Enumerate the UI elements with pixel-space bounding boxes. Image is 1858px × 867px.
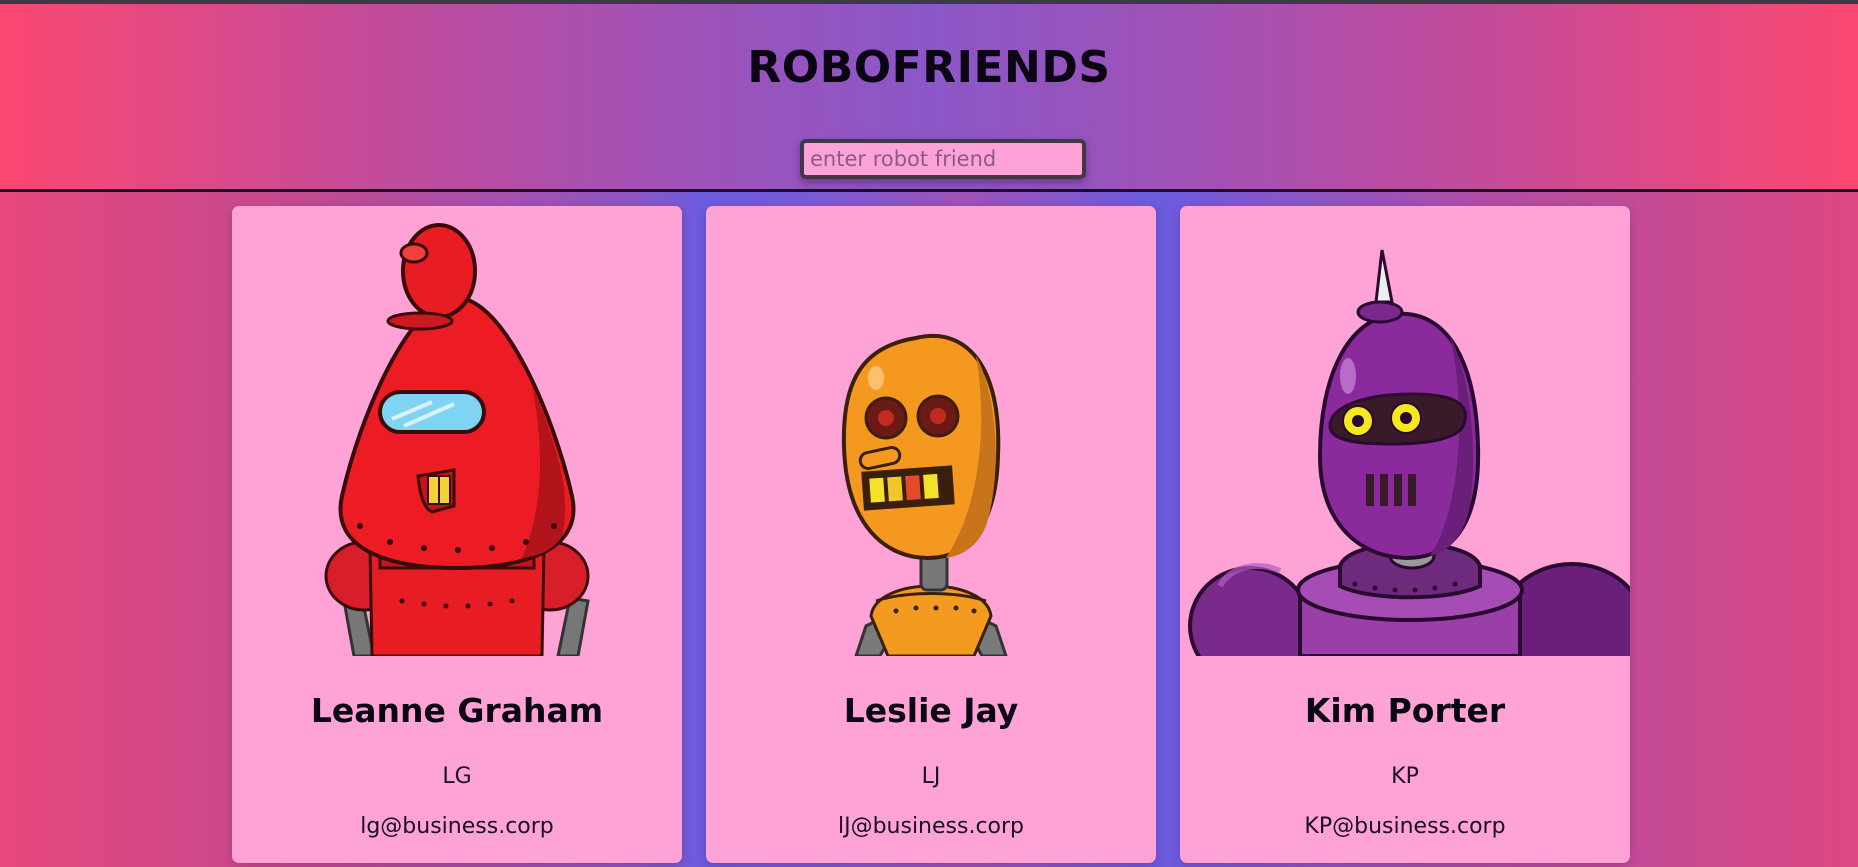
- robot-username: KP: [1391, 764, 1419, 789]
- robot-card: Leanne Graham LG lg@business.corp: [232, 206, 682, 863]
- purple-robot-icon: [1180, 206, 1630, 656]
- robot-email: lg@business.corp: [360, 814, 554, 839]
- robot-card: Leslie Jay LJ lJ@business.corp: [706, 206, 1156, 863]
- robot-name: Kim Porter: [1304, 691, 1506, 730]
- header-divider: [0, 189, 1858, 192]
- search-input[interactable]: [800, 139, 1086, 179]
- page-header: ROBOFRIENDS: [0, 4, 1858, 190]
- robot-email: KP@business.corp: [1304, 814, 1506, 839]
- robot-email: lJ@business.corp: [837, 814, 1025, 839]
- robot-card: Kim Porter KP KP@business.corp: [1180, 206, 1630, 863]
- robot-name: Leanne Graham: [310, 691, 604, 730]
- page-title: ROBOFRIENDS: [747, 42, 1111, 93]
- red-robot-icon: [232, 206, 682, 656]
- robot-name: Leslie Jay: [843, 691, 1019, 730]
- robot-username: LG: [442, 764, 472, 789]
- robot-username: LJ: [921, 764, 941, 789]
- orange-robot-icon: [706, 206, 1156, 656]
